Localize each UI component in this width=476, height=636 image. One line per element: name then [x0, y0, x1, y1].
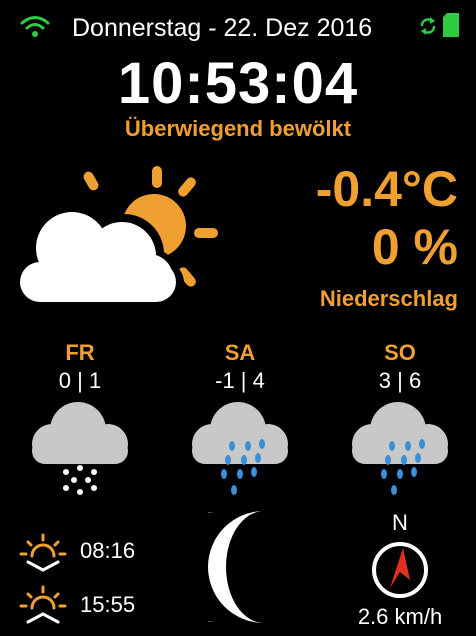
- sunrise-icon: [19, 533, 67, 572]
- wifi-icon: [20, 16, 50, 37]
- forecast-day-label: FR: [65, 340, 95, 365]
- date-label: Donnerstag - 22. Dez 2016: [72, 14, 373, 42]
- precipitation-label: Niederschlag: [319, 286, 458, 311]
- snow-cloud-icon: [32, 402, 128, 495]
- moon-phase-icon: [208, 511, 264, 623]
- wind-direction: N: [392, 510, 408, 535]
- rain-cloud-icon: [352, 402, 448, 495]
- sync-icon: [420, 17, 436, 35]
- wind-speed: 2.6 km/h: [357, 604, 443, 629]
- forecast-temps: 0 | 1: [58, 368, 102, 393]
- sunrise-time: 08:16: [80, 538, 136, 563]
- condition-label: Überwiegend bewölkt: [124, 116, 352, 141]
- precipitation-value: 0 %: [371, 219, 458, 275]
- wind-compass-icon: [372, 542, 428, 598]
- forecast-temps: -1 | 4: [215, 368, 265, 393]
- forecast-day-label: SO: [384, 340, 416, 365]
- sunset-time: 15:55: [80, 592, 136, 617]
- temperature-value: -0.4°C: [315, 161, 458, 217]
- partly-cloudy-icon: [16, 166, 218, 308]
- forecast-day-label: SA: [224, 340, 256, 365]
- forecast-temps: 3 | 6: [378, 368, 422, 393]
- sd-card-icon: [443, 13, 459, 37]
- sunset-icon: [19, 585, 67, 624]
- clock: 10:53:04: [117, 51, 359, 116]
- rain-cloud-icon: [192, 402, 288, 495]
